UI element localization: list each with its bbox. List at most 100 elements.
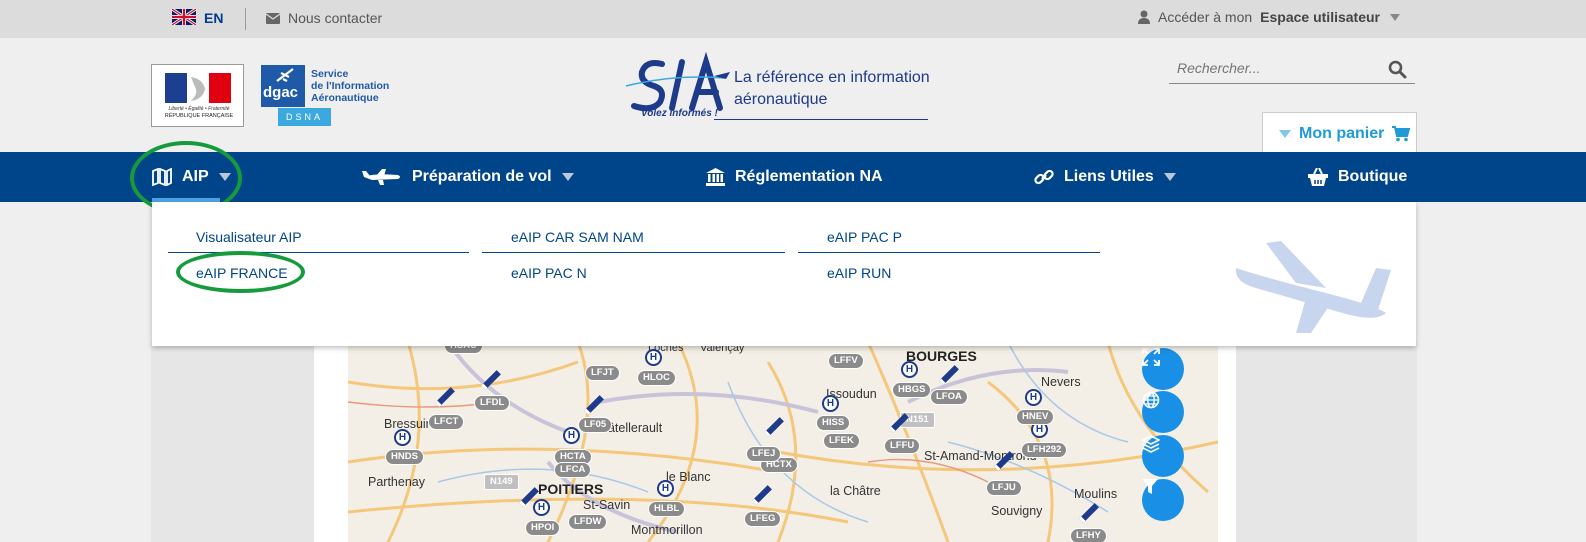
map-airfield-tag[interactable]: LFJT [585, 365, 620, 381]
map-city-label: POITIERS [538, 481, 604, 497]
user-space-menu[interactable]: Accéder à mon Espace utilisateur [1138, 9, 1400, 25]
divider [798, 252, 1100, 253]
map-airfield-tag[interactable]: LFDL [474, 395, 511, 411]
map-town-label: Parthenay [368, 475, 425, 489]
heliport-icon[interactable]: H [533, 499, 550, 516]
dgac-word: dgac [263, 84, 299, 101]
map-airfield-tag[interactable]: LFDW [568, 514, 608, 530]
map-town-label: Montmorillon [631, 523, 703, 537]
caret-down-icon [1390, 13, 1400, 21]
nav-preparation-vol[interactable]: Préparation de vol [362, 152, 574, 202]
map-town-label: Moulins [1074, 487, 1118, 501]
divider [245, 8, 246, 30]
map-town-label: St-Amand-Montrond [924, 449, 1037, 463]
contact-label: Nous contacter [288, 10, 383, 26]
nav-liens-label: Liens Utiles [1064, 168, 1154, 185]
contact-link[interactable]: Nous contacter [266, 10, 382, 26]
layers-icon [1142, 435, 1160, 453]
user-space-label: Espace utilisateur [1260, 9, 1380, 25]
map-airfield-tag[interactable]: HBGS [892, 382, 932, 398]
map-airfield-tag[interactable]: HLOC [637, 370, 676, 386]
aeronautical-map[interactable]: BOURGES POITIERS Nevers Moulins Parthena… [348, 342, 1218, 542]
map-airfield-tag[interactable]: HLBL [648, 501, 686, 517]
heliport-icon[interactable]: H [394, 429, 411, 446]
menu-item-eaip-pac-n[interactable]: eAIP PAC N [511, 265, 587, 281]
map-town-label: la Châtre [830, 484, 881, 498]
plane-icon [276, 68, 294, 82]
nav-reglementation[interactable]: Réglementation NA [706, 152, 883, 202]
globe-button[interactable] [1142, 391, 1184, 433]
map-airfield-tag[interactable]: LFOA [930, 389, 968, 405]
republique-francaise-logo[interactable]: Liberté • Égalité • Fraternité RÉPUBLIQU… [151, 64, 244, 127]
map-airfield-tag[interactable]: LFCT [428, 414, 465, 430]
highlight-circle-eaip-france [176, 251, 305, 293]
map-town-label: le Blanc [666, 470, 711, 484]
institution-icon [706, 168, 725, 186]
sia-title: La référence en information aéronautique [734, 69, 930, 108]
dgac-logo[interactable]: dgac [261, 65, 305, 107]
search-icon[interactable] [1388, 60, 1407, 79]
language-switch[interactable]: EN [204, 10, 223, 26]
map-airfield-tag[interactable]: LF05 [578, 417, 613, 433]
heliport-icon[interactable]: H [822, 395, 839, 412]
menu-item-eaip-car-sam-nam[interactable]: eAIP CAR SAM NAM [511, 229, 644, 245]
layers-button[interactable] [1142, 435, 1184, 477]
map-airfield-tag[interactable]: HNDS [385, 449, 424, 465]
fullscreen-button[interactable] [1142, 348, 1184, 390]
map-airfield-tag[interactable]: LFEG [744, 511, 782, 527]
sia-tagline: Volez informés ! [641, 108, 718, 119]
link-icon [1034, 169, 1054, 185]
heliport-icon[interactable]: H [645, 349, 662, 366]
nav-boutique[interactable]: Boutique [1308, 152, 1407, 202]
divider [482, 252, 785, 253]
map-city-label: BOURGES [906, 348, 977, 364]
heliport-icon[interactable]: H [657, 480, 674, 497]
nav-liens-utiles[interactable]: Liens Utiles [1034, 152, 1176, 202]
caret-down-icon [561, 173, 574, 181]
cart-label: Mon panier [1299, 124, 1385, 142]
map-airfield-tag[interactable]: LFEJ [746, 446, 782, 462]
uk-flag-icon[interactable] [172, 9, 196, 25]
map-airfield-tag[interactable]: LFHY [1070, 528, 1107, 542]
menu-item-eaip-run[interactable]: eAIP RUN [827, 265, 891, 281]
heliport-icon[interactable]: H [1025, 389, 1042, 406]
aip-dropdown-menu: Visualisateur AIP eAIP FRANCE eAIP CAR S… [152, 202, 1416, 346]
caret-down-icon [1163, 173, 1176, 181]
map-airfield-tag[interactable]: HPOI [525, 520, 561, 536]
map-airfield-tag[interactable]: LFH292 [1021, 442, 1068, 458]
divider [714, 119, 928, 120]
search-box [1169, 56, 1415, 84]
search-input[interactable] [1177, 60, 1377, 76]
user-prefix: Accéder à mon [1158, 9, 1253, 25]
airplane-decoration-icon [1235, 241, 1391, 333]
nav-reglementation-label: Réglementation NA [735, 168, 883, 185]
envelope-icon [266, 12, 280, 24]
heliport-icon[interactable]: H [563, 427, 580, 444]
cart-button[interactable]: Mon panier [1262, 112, 1417, 154]
map-airfield-tag[interactable]: LFJU [986, 480, 1022, 496]
map-airfield-tag[interactable]: LFFV [828, 353, 864, 369]
filter-button[interactable] [1142, 479, 1184, 521]
heliport-icon[interactable]: H [901, 361, 918, 378]
marianne-name: RÉPUBLIQUE FRANÇAISE [164, 113, 234, 119]
nav-preparation-label: Préparation de vol [412, 168, 552, 185]
airplane-icon [362, 169, 400, 185]
menu-item-eaip-pac-p[interactable]: eAIP PAC P [827, 229, 902, 245]
marianne-motto: Liberté • Égalité • Fraternité [168, 106, 230, 112]
map-town-label: Nevers [1041, 375, 1081, 389]
nav-boutique-label: Boutique [1338, 168, 1408, 185]
menu-item-visualisateur-aip[interactable]: Visualisateur AIP [196, 229, 302, 245]
map-airfield-tag[interactable]: LFFU [884, 438, 921, 454]
expand-icon [1142, 348, 1160, 366]
map-airfield-tag[interactable]: LFCA [554, 462, 592, 478]
dsna-badge: DSNA [278, 108, 331, 126]
map-airfield-tag[interactable]: HNEV [1016, 409, 1055, 425]
map-airfield-tag[interactable]: HISS [816, 415, 851, 431]
map-airfield-tag[interactable]: LFEK [823, 433, 860, 449]
filter-icon [1142, 479, 1158, 494]
marianne-icon [165, 73, 231, 103]
shopping-basket-icon [1308, 168, 1328, 186]
top-bar: EN Nous contacter Accéder à mon Espace u… [0, 0, 1586, 38]
user-icon [1138, 10, 1150, 24]
caret-down-icon [1279, 129, 1291, 138]
